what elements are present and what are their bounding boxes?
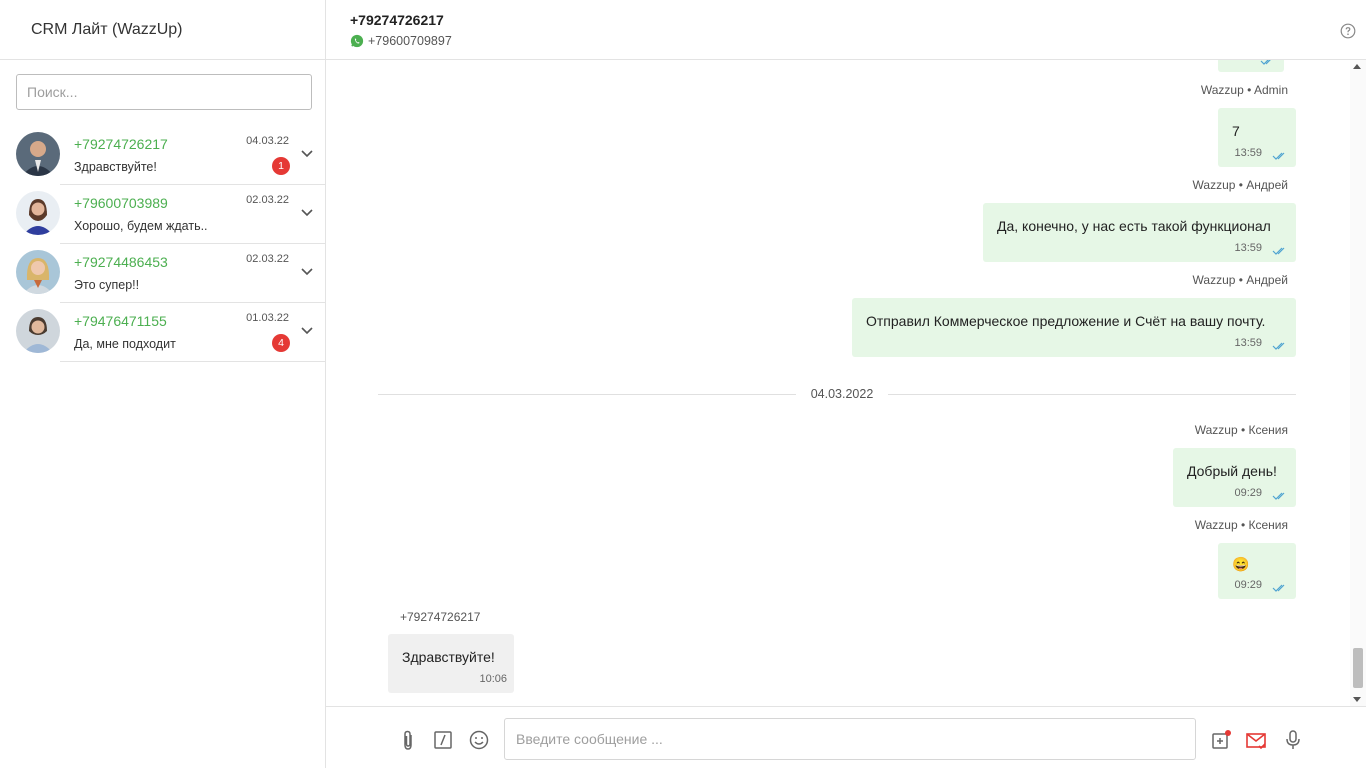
contact-phone: +79274726217 xyxy=(350,12,444,28)
double-check-icon xyxy=(1272,584,1285,592)
message-time: 09:29 xyxy=(1234,487,1262,499)
double-check-icon xyxy=(1272,492,1285,500)
whatsapp-icon xyxy=(350,34,364,48)
conversation: +79274726217 +79600709897 Wazzup • Admin… xyxy=(326,0,1366,768)
channel-info: +79600709897 xyxy=(350,34,452,48)
double-check-icon xyxy=(1272,342,1285,350)
unread-badge: 1 xyxy=(272,157,290,175)
scroll-down-arrow[interactable] xyxy=(1353,697,1361,702)
message-bubble[interactable]: 😄 09:29 xyxy=(1218,543,1296,599)
chat-phone: +79476471155 xyxy=(74,313,167,329)
chat-date: 02.03.22 xyxy=(246,253,289,265)
message-author: Wazzup • Ксения xyxy=(1194,423,1288,437)
chat-preview: Это супер!! xyxy=(74,278,140,292)
chat-date: 01.03.22 xyxy=(246,312,289,324)
message-author: Wazzup • Андрей xyxy=(1192,273,1288,287)
message-time: 13:59 xyxy=(1234,147,1262,159)
chat-date: 04.03.22 xyxy=(246,135,289,147)
message-time: 13:59 xyxy=(1234,242,1262,254)
emoji-icon[interactable] xyxy=(468,729,490,751)
message-bubble[interactable]: Да, конечно, у нас есть такой функционал… xyxy=(983,203,1296,262)
message-bubble[interactable]: Добрый день! 09:29 xyxy=(1173,448,1296,507)
app: CRM Лайт (WazzUp) +79274726217 Здравству… xyxy=(0,0,1366,768)
message-author: +79274726217 xyxy=(400,610,481,624)
unread-badge: 4 xyxy=(272,334,290,352)
sidebar: CRM Лайт (WazzUp) +79274726217 Здравству… xyxy=(0,0,326,768)
message-text: Добрый день! xyxy=(1187,463,1277,479)
attach-icon[interactable] xyxy=(397,729,419,751)
app-title: CRM Лайт (WazzUp) xyxy=(0,0,325,60)
message-bubble[interactable]: 7 13:59 xyxy=(1218,108,1296,167)
scroll-up-arrow[interactable] xyxy=(1353,64,1361,69)
channel-phone: +79600709897 xyxy=(368,34,452,48)
search-input[interactable] xyxy=(16,74,312,110)
chat-date: 02.03.22 xyxy=(246,194,289,206)
chat-preview: Хорошо, будем ждать.. xyxy=(74,219,208,233)
task-icon[interactable] xyxy=(1210,729,1232,751)
conversation-header: +79274726217 +79600709897 xyxy=(326,0,1366,60)
double-check-icon xyxy=(1272,247,1285,255)
chevron-down-icon[interactable] xyxy=(299,322,315,338)
scroll-thumb[interactable] xyxy=(1353,648,1363,688)
avatar xyxy=(16,132,60,176)
divider xyxy=(60,361,325,362)
scrollbar[interactable] xyxy=(1350,60,1366,706)
message-bubble[interactable]: Здравствуйте! 10:06 xyxy=(388,634,514,693)
chat-phone: +79600703989 xyxy=(74,195,168,211)
message-feed[interactable]: Wazzup • Admin 7 13:59 Wazzup • Андрей Д… xyxy=(326,60,1366,706)
message-time: 10:06 xyxy=(479,673,507,685)
chevron-down-icon[interactable] xyxy=(299,145,315,161)
template-icon[interactable] xyxy=(432,729,454,751)
composer xyxy=(326,706,1366,768)
help-icon[interactable] xyxy=(1340,23,1356,39)
search-wrap xyxy=(0,60,325,110)
chat-item[interactable]: +79476471155 Да, мне подходит 01.03.22 4 xyxy=(0,303,325,362)
message-text: Отправил Коммерческое предложение и Счёт… xyxy=(866,313,1266,329)
message-time: 09:29 xyxy=(1234,579,1262,591)
chevron-down-icon[interactable] xyxy=(299,263,315,279)
double-check-icon xyxy=(1260,60,1271,65)
message-time: 13:59 xyxy=(1234,337,1262,349)
chat-item[interactable]: +79274726217 Здравствуйте! 04.03.22 1 xyxy=(0,126,325,185)
chevron-down-icon[interactable] xyxy=(299,204,315,220)
message-bubble[interactable]: Отправил Коммерческое предложение и Счёт… xyxy=(852,298,1296,357)
chat-preview: Да, мне подходит xyxy=(74,337,176,351)
message-text: Здравствуйте! xyxy=(402,649,495,665)
message-bubble xyxy=(1218,60,1284,72)
email-icon[interactable] xyxy=(1245,729,1267,751)
avatar xyxy=(16,309,60,353)
avatar xyxy=(16,191,60,235)
message-input[interactable] xyxy=(504,718,1196,760)
message-author: Wazzup • Admin xyxy=(1200,83,1288,97)
chat-list: +79274726217 Здравствуйте! 04.03.22 1 +7… xyxy=(0,126,325,362)
message-text: 😄 xyxy=(1232,556,1250,572)
microphone-icon[interactable] xyxy=(1282,729,1304,751)
message-author: Wazzup • Андрей xyxy=(1192,178,1288,192)
chat-item[interactable]: +79274486453 Это супер!! 02.03.22 xyxy=(0,244,325,303)
message-text: Да, конечно, у нас есть такой функционал xyxy=(997,218,1271,234)
chat-phone: +79274726217 xyxy=(74,136,168,152)
chat-item[interactable]: +79600703989 Хорошо, будем ждать.. 02.03… xyxy=(0,185,325,244)
chat-preview: Здравствуйте! xyxy=(74,160,157,174)
message-text: 7 xyxy=(1232,123,1240,139)
chat-phone: +79274486453 xyxy=(74,254,168,270)
double-check-icon xyxy=(1272,152,1285,160)
date-separator: 04.03.2022 xyxy=(796,387,888,401)
message-author: Wazzup • Ксения xyxy=(1194,518,1288,532)
avatar xyxy=(16,250,60,294)
